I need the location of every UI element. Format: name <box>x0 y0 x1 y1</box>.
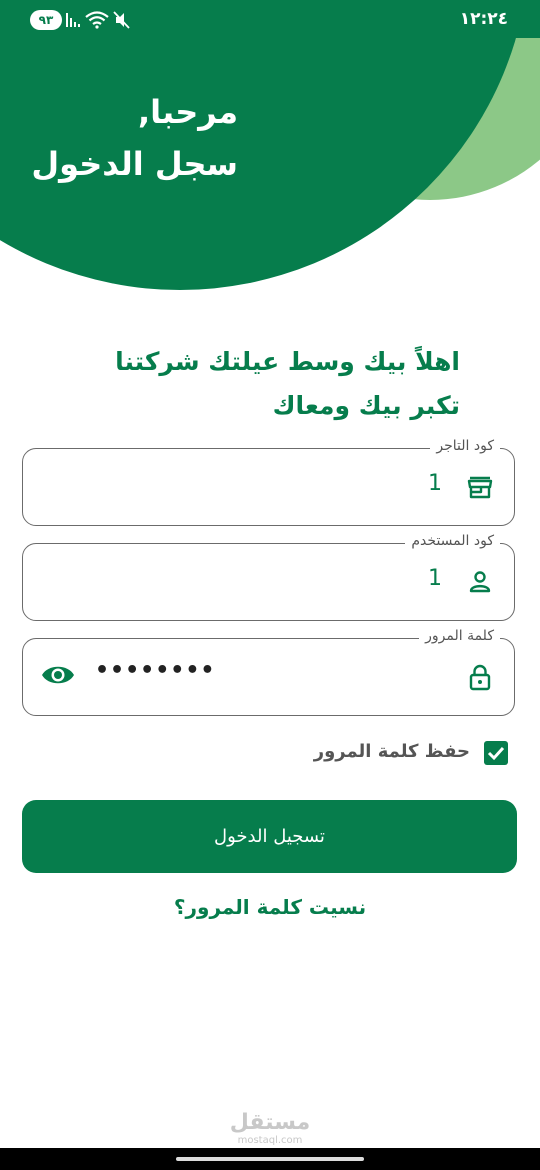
lock-icon <box>469 664 491 691</box>
merchant-code-field[interactable]: كود التاجر 1 <box>22 438 515 526</box>
user-code-field[interactable]: كود المستخدم 1 <box>22 533 515 621</box>
merchant-code-label: كود التاجر <box>430 438 500 454</box>
hero-header: مرحبا, سجل الدخول <box>0 0 540 300</box>
battery-indicator: ٩٣ <box>30 10 62 30</box>
password-label: كلمة المرور <box>419 628 500 644</box>
status-icons <box>66 9 136 31</box>
password-field[interactable]: كلمة المرور •••••••• <box>22 628 515 716</box>
merchant-code-value: 1 <box>428 471 442 496</box>
watermark: مستقل mostaql.com <box>222 1112 318 1146</box>
check-icon <box>487 746 505 761</box>
user-code-value: 1 <box>428 566 442 591</box>
watermark-logo: مستقل <box>229 1110 311 1135</box>
home-handle[interactable] <box>176 1157 364 1161</box>
eye-icon[interactable] <box>41 663 75 687</box>
signal-icon <box>66 13 80 27</box>
user-code-label: كود المستخدم <box>405 533 500 549</box>
status-time: ١٢:٢٤ <box>459 9 508 29</box>
welcome-text: اهلاً بيك وسط عيلتك شركتنا تكبر بيك ومعا… <box>115 347 460 420</box>
remember-label: حفظ كلمة المرور <box>313 741 470 762</box>
hero-title: مرحبا, سجل الدخول <box>31 93 238 183</box>
remember-checkbox[interactable] <box>484 741 508 765</box>
password-value: •••••••• <box>95 658 216 683</box>
login-button[interactable]: تسجيل الدخول <box>22 800 517 873</box>
navigation-bar <box>0 1148 540 1170</box>
store-icon <box>467 476 493 499</box>
status-bar: ٩٣ ١٢:٢٤ <box>0 0 540 38</box>
wifi-icon <box>85 11 109 29</box>
person-icon <box>469 571 491 593</box>
forgot-password-link[interactable]: نسيت كلمة المرور؟ <box>0 895 540 919</box>
mute-icon <box>113 11 130 29</box>
watermark-url: mostaql.com <box>237 1135 303 1146</box>
